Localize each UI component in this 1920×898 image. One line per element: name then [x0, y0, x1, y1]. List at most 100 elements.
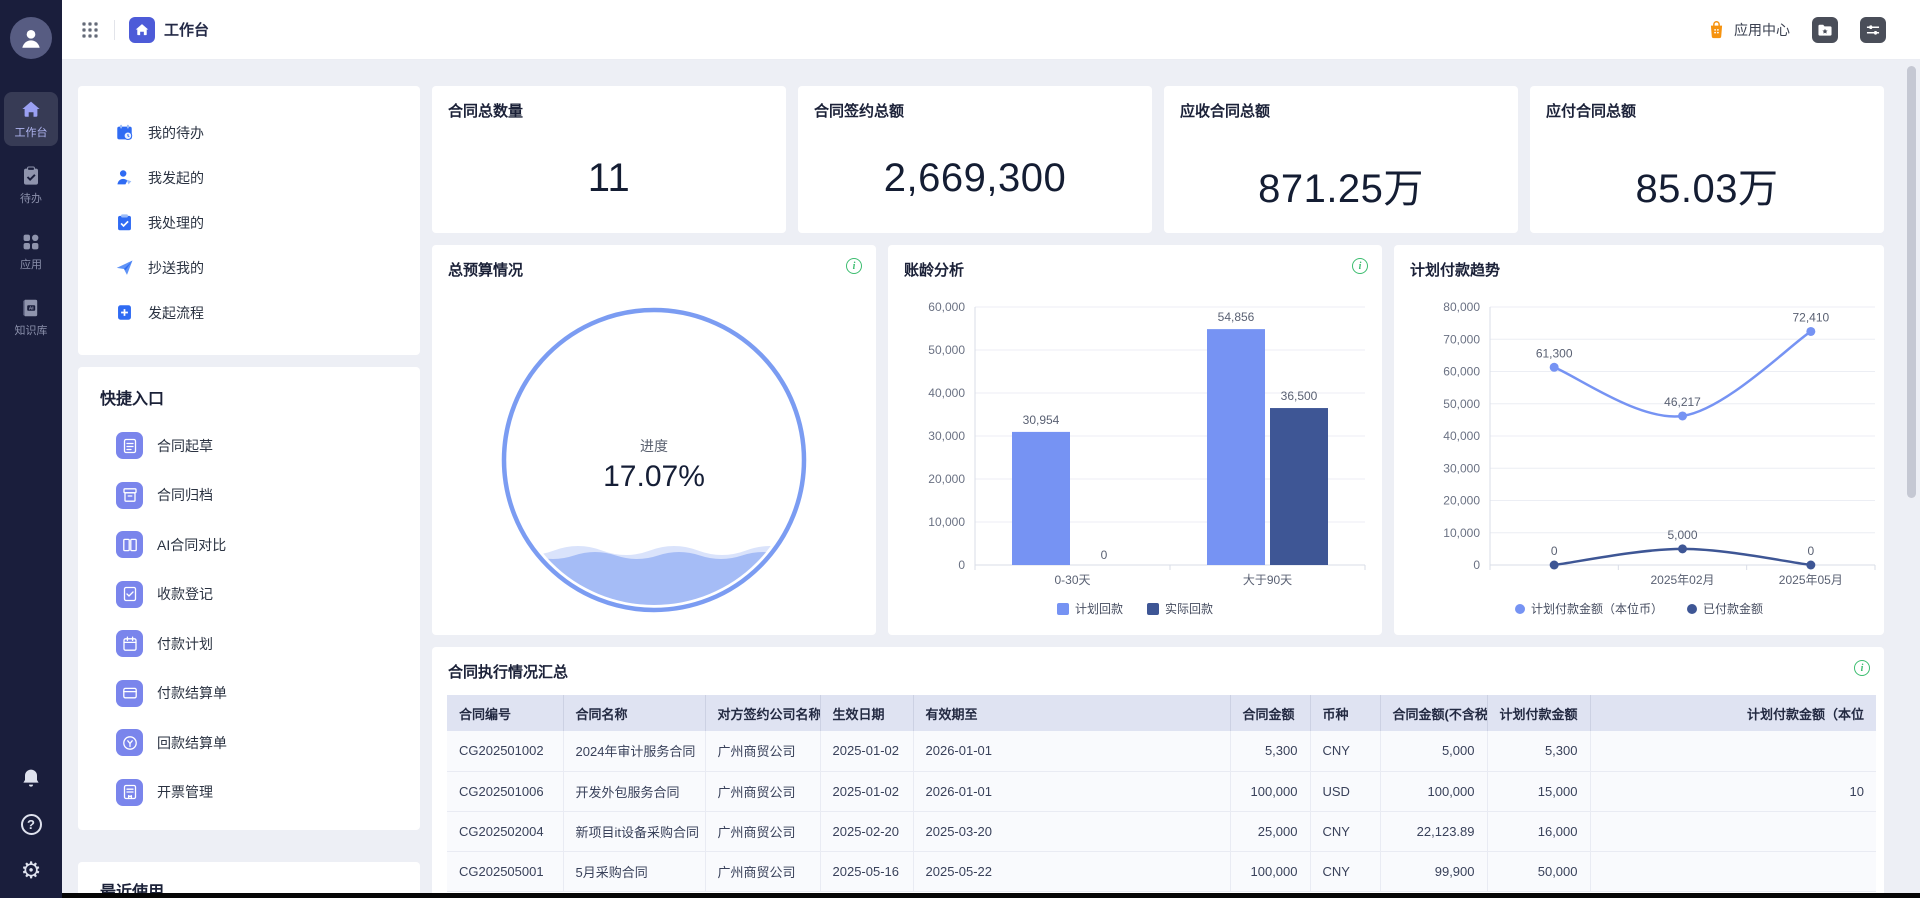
bar-chart-legend: 计划回款 实际回款 — [888, 600, 1382, 617]
horizontal-scrollbar[interactable] — [62, 893, 1920, 898]
aging-bar-chart: 010,00020,00030,00040,00050,00060,00030,… — [888, 245, 1382, 635]
table-cell — [1590, 851, 1876, 891]
layout-settings-button[interactable] — [1860, 17, 1886, 43]
quick-entry-label: 付款结算单 — [157, 683, 227, 703]
workbench-home-icon[interactable] — [129, 17, 155, 43]
table-cell: CG202505001 — [447, 851, 563, 891]
svg-text:2025年02月: 2025年02月 — [1650, 573, 1714, 587]
clipboard-check-icon — [115, 213, 134, 232]
aging-analysis-card: 账龄分析 i 010,00020,00030,00040,00050,00060… — [888, 245, 1382, 635]
favorites-folder-button[interactable] — [1812, 17, 1838, 43]
clipboard-icon — [20, 165, 42, 187]
table-title: 合同执行情况汇总 — [448, 661, 568, 682]
person-icon — [18, 25, 44, 51]
sidebar-item-workbench[interactable]: 工作台 — [4, 92, 58, 146]
todo-menu-item[interactable]: 我的待办 — [78, 110, 420, 155]
svg-text:72,410: 72,410 — [1792, 310, 1829, 324]
quick-entry-label: 付款计划 — [157, 634, 213, 654]
avatar[interactable] — [10, 17, 52, 59]
sidebar-item-knowledge[interactable]: AI 知识库 — [4, 290, 58, 344]
notifications-bell-icon[interactable] — [19, 766, 43, 790]
svg-text:61,300: 61,300 — [1536, 346, 1573, 360]
quick-entry-item[interactable]: AI合同对比 — [78, 520, 420, 570]
quick-entry-label: AI合同对比 — [157, 535, 226, 555]
calendar-icon — [116, 630, 143, 657]
app-launcher-grid-icon[interactable] — [80, 20, 100, 40]
info-icon[interactable]: i — [1854, 660, 1870, 676]
stat-label: 合同签约总额 — [814, 100, 904, 121]
table-cell: 2026-01-01 — [913, 771, 1230, 811]
todo-menu-item[interactable]: 发起流程 — [78, 290, 420, 335]
sliders-icon — [1864, 21, 1882, 39]
legend-item[interactable]: 计划付款金额（本位币） — [1515, 600, 1663, 617]
svg-text:0: 0 — [1551, 544, 1558, 558]
table-cell — [1590, 731, 1876, 771]
table-cell: 开发外包服务合同 — [563, 771, 705, 811]
table-cell: 2025-01-02 — [820, 771, 913, 811]
card-icon — [116, 680, 143, 707]
app-center-button[interactable]: 应用中心 — [1706, 19, 1790, 40]
svg-text:50,000: 50,000 — [928, 343, 965, 357]
todo-menu-label: 抄送我的 — [148, 258, 204, 278]
todo-menu-item[interactable]: 抄送我的 — [78, 245, 420, 290]
quick-entry-label: 回款结算单 — [157, 733, 227, 753]
home-icon — [20, 99, 42, 121]
quick-entry-item[interactable]: 付款结算单 — [78, 669, 420, 719]
stat-value: 85.03万 — [1530, 156, 1884, 214]
sidebar-item-apps[interactable]: 应用 — [4, 224, 58, 278]
todo-menu-item[interactable]: 我发起的 — [78, 155, 420, 200]
table-row[interactable]: CG202501006开发外包服务合同广州商贸公司2025-01-022026-… — [447, 771, 1876, 811]
table-cell: USD — [1310, 771, 1380, 811]
compare-icon — [116, 531, 143, 558]
svg-text:60,000: 60,000 — [1443, 365, 1480, 379]
legend-item[interactable]: 已付款金额 — [1687, 600, 1763, 617]
table-header-cell: 合同编号 — [447, 695, 563, 731]
todo-menu-label: 我发起的 — [148, 168, 204, 188]
quick-entry-item[interactable]: 合同归档 — [78, 471, 420, 521]
quick-entry-label: 收款登记 — [157, 584, 213, 604]
calendar-clock-icon — [115, 123, 134, 142]
receipt-check-icon — [116, 581, 143, 608]
svg-text:70,000: 70,000 — [1443, 332, 1480, 346]
table-row[interactable]: CG2025050015月采购合同广州商贸公司2025-05-162025-05… — [447, 851, 1876, 891]
table-cell: CNY — [1310, 851, 1380, 891]
folder-star-icon — [1816, 21, 1834, 39]
page-title: 工作台 — [164, 19, 209, 40]
quick-entry-item[interactable]: 回款结算单 — [78, 718, 420, 768]
line-chart-legend: 计划付款金额（本位币） 已付款金额 — [1394, 600, 1884, 617]
svg-text:AI: AI — [29, 306, 34, 311]
document-icon — [116, 432, 143, 459]
table-cell: 15,000 — [1487, 771, 1590, 811]
budget-gauge-card: 总预算情况 i 进度17.07% — [432, 245, 876, 635]
quick-entry-item[interactable]: 付款计划 — [78, 619, 420, 669]
legend-item[interactable]: 实际回款 — [1147, 600, 1213, 617]
svg-text:50,000: 50,000 — [1443, 397, 1480, 411]
svg-text:40,000: 40,000 — [928, 386, 965, 400]
table-row[interactable]: CG202502004新项目it设备采购合同广州商贸公司2025-02-2020… — [447, 811, 1876, 851]
svg-text:大于90天: 大于90天 — [1243, 573, 1292, 587]
table-row[interactable]: CG2025010022024年审计服务合同广州商贸公司2025-01-0220… — [447, 731, 1876, 771]
stat-value: 871.25万 — [1164, 156, 1518, 214]
svg-text:17.07%: 17.07% — [603, 460, 705, 493]
sidebar-item-todo[interactable]: 待办 — [4, 158, 58, 212]
svg-text:80,000: 80,000 — [1443, 300, 1480, 314]
todo-menu-label: 我的待办 — [148, 123, 204, 143]
todo-menu-item[interactable]: 我处理的 — [78, 200, 420, 245]
quick-entry-item[interactable]: 合同起草 — [78, 421, 420, 471]
todo-menu-list: 我的待办我发起的我处理的抄送我的发起流程 — [78, 110, 420, 335]
svg-text:30,000: 30,000 — [928, 429, 965, 443]
settings-gear-icon[interactable]: ⚙ — [19, 858, 43, 882]
table-header-cell: 合同金额(不含税) — [1380, 695, 1487, 731]
help-icon[interactable]: ? — [19, 812, 43, 836]
legend-item[interactable]: 计划回款 — [1057, 600, 1123, 617]
vertical-scrollbar-track[interactable] — [1906, 62, 1918, 892]
table-cell: 100,000 — [1380, 771, 1487, 811]
table-cell: 2025-05-16 — [820, 851, 913, 891]
quick-entry-item[interactable]: 收款登记 — [78, 570, 420, 620]
quick-entry-item[interactable]: 开票管理 — [78, 768, 420, 818]
stat-card-contract-count: 合同总数量 11 — [432, 86, 786, 233]
contract-summary-card: 合同执行情况汇总 i 合同编号合同名称对方签约公司名称生效日期有效期至合同金额币… — [432, 647, 1884, 898]
vertical-scrollbar-thumb[interactable] — [1907, 66, 1916, 498]
invoice-icon — [116, 779, 143, 806]
gauge-svg: 进度17.07% — [432, 245, 876, 635]
